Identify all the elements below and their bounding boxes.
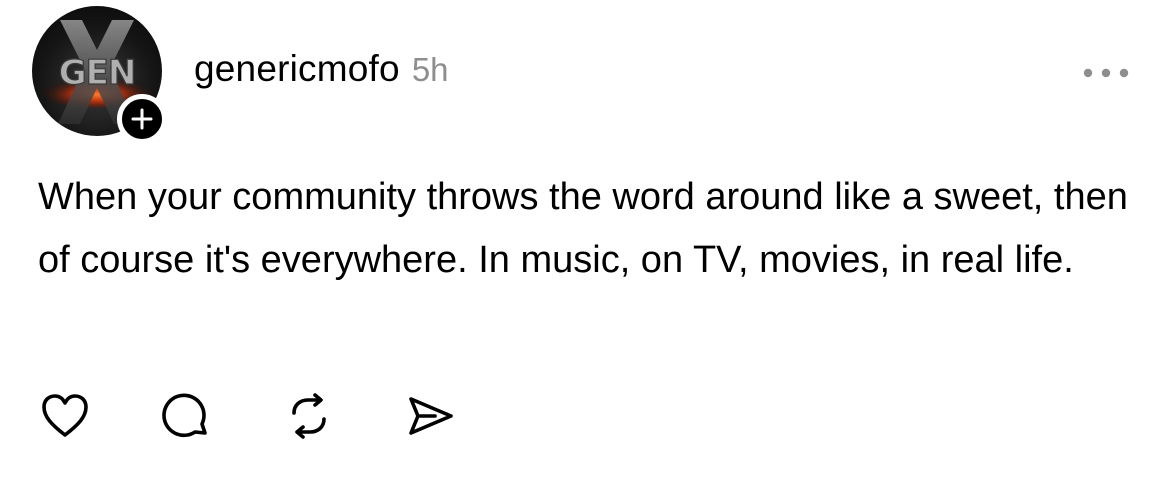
comment-icon [162,393,207,438]
username-link[interactable]: genericmofo [194,48,400,90]
share-button[interactable] [402,387,460,445]
heart-icon [42,394,88,437]
repost-button[interactable] [280,387,338,445]
post-header: genericmofo 5h [194,48,449,100]
post-actions [36,386,460,446]
plus-icon [131,108,153,130]
more-options-button[interactable] [1076,58,1136,88]
like-button[interactable] [36,387,94,445]
send-icon [409,397,453,435]
repost-icon [292,393,326,439]
reply-button[interactable] [158,387,216,445]
ellipsis-icon [1083,68,1129,78]
follow-button[interactable] [117,94,167,144]
thread-post: GEN genericmofo 5h When your community t… [0,0,1167,492]
avatar-text: GEN [59,53,136,93]
post-text: When your community throws the word arou… [38,176,1128,281]
avatar-container: GEN [32,6,167,146]
post-timestamp: 5h [411,51,449,88]
